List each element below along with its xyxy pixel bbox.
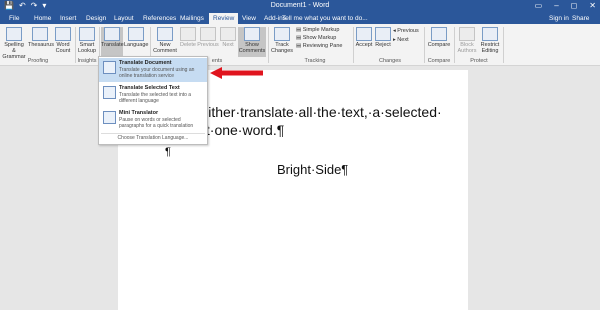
reviewing-pane-icon: ▤ <box>296 43 303 49</box>
group-separator <box>424 27 425 63</box>
restrict-editing-button[interactable]: Restrict Editing <box>479 27 501 54</box>
group-label-compare: Compare <box>427 58 451 64</box>
group-separator <box>268 27 269 63</box>
menu-item-translate-selected-text[interactable]: Translate Selected Text Translate the se… <box>99 83 207 107</box>
empty-paragraph-mark: ¶ <box>165 146 171 158</box>
new-comment-button[interactable]: New Comment <box>152 27 178 54</box>
previous-change-button[interactable]: ◂ Previous <box>393 28 419 35</box>
simple-markup-select[interactable]: ▤ Simple Markup <box>296 27 339 34</box>
track-changes-button[interactable]: Track Changes <box>270 27 294 54</box>
window-controls: ▭ – ◻ ✕ <box>535 1 596 11</box>
group-label-changes: Changes <box>378 58 402 64</box>
show-markup-dropdown[interactable]: ▤ Show Markup <box>296 35 336 42</box>
compare-button[interactable]: Compare <box>426 27 452 48</box>
body-text-line-1: n·either·translate·all·the·text,·a·selec… <box>188 104 442 120</box>
next-change-button[interactable]: ▸ Next <box>393 37 409 44</box>
ribbon-display-options-icon[interactable]: ▭ <box>535 1 543 11</box>
tab-design[interactable]: Design <box>86 14 106 23</box>
tab-file[interactable]: File <box>9 14 19 23</box>
track-changes-icon <box>274 27 290 41</box>
close-icon[interactable]: ✕ <box>589 1 596 11</box>
translate-dropdown-menu: Translate Document Translate your docume… <box>98 56 208 145</box>
window-title: Document1 - Word <box>270 2 330 9</box>
thesaurus-button[interactable]: Thesaurus <box>28 27 54 48</box>
restrict-editing-icon <box>482 27 498 41</box>
next-comment-icon <box>220 27 236 41</box>
red-pointer-arrow-icon <box>210 67 263 79</box>
translate-button[interactable]: Translate <box>101 27 124 57</box>
ribbon-tab-bar: File Home Insert Design Layout Reference… <box>0 12 600 25</box>
word-count-button[interactable]: Word Count <box>54 27 72 54</box>
group-label-proofing: Proofing <box>27 58 49 64</box>
tab-layout[interactable]: Layout <box>114 14 134 23</box>
menu-divider <box>101 133 205 134</box>
language-button[interactable]: Language <box>124 27 148 48</box>
show-markup-icon: ▤ <box>296 35 303 41</box>
previous-comment-button[interactable]: Previous <box>197 27 219 48</box>
maximize-icon[interactable]: ◻ <box>571 1 578 11</box>
tab-mailings[interactable]: Mailings <box>180 14 204 23</box>
group-separator <box>454 27 455 63</box>
show-comments-button[interactable]: Show Comments <box>238 27 266 57</box>
menu-item-translate-document[interactable]: Translate Document Translate your docume… <box>99 58 207 82</box>
translate-document-icon <box>103 61 116 74</box>
group-label-tracking: Tracking <box>304 58 326 64</box>
choose-translation-language-item[interactable]: Choose Translation Language... <box>99 135 207 141</box>
spelling-icon <box>6 27 22 41</box>
compare-icon <box>431 27 447 41</box>
tab-insert[interactable]: Insert <box>60 14 76 23</box>
block-authors-icon <box>459 27 475 41</box>
title-bar: 💾 ↶ ↷ ▾ Document1 - Word ▭ – ◻ ✕ <box>0 0 600 12</box>
previous-comment-icon <box>200 27 216 41</box>
tab-home[interactable]: Home <box>34 14 51 23</box>
share-button[interactable]: Share <box>572 15 589 22</box>
reviewing-pane-dropdown[interactable]: ▤ Reviewing Pane <box>296 43 342 50</box>
group-separator <box>503 27 504 63</box>
new-comment-icon <box>157 27 173 41</box>
language-icon <box>128 27 144 41</box>
delete-comment-button[interactable]: Delete <box>179 27 197 48</box>
tell-me-search[interactable]: Tell me what you want to do... <box>282 15 368 22</box>
menu-item-mini-translator[interactable]: Mini Translator Pause on words or select… <box>99 108 207 132</box>
markup-icon: ▤ <box>296 27 303 33</box>
smart-lookup-icon <box>79 27 95 41</box>
smart-lookup-button[interactable]: Smart Lookup <box>77 27 97 54</box>
show-comments-icon <box>244 27 260 41</box>
reject-button[interactable]: Reject <box>374 27 392 48</box>
group-label-comments: ents <box>211 58 223 64</box>
spelling-grammar-button[interactable]: Spelling & Grammar <box>2 27 26 60</box>
translate-icon <box>104 27 120 41</box>
accept-button[interactable]: Accept <box>355 27 373 48</box>
ribbon: Spelling & Grammar Thesaurus Word Count … <box>0 24 600 66</box>
thesaurus-icon <box>32 27 48 41</box>
reject-icon <box>375 27 391 41</box>
tab-view[interactable]: View <box>242 14 256 23</box>
next-comment-button[interactable]: Next <box>220 27 236 48</box>
delete-comment-icon <box>180 27 196 41</box>
group-label-insights: Insights <box>77 58 97 64</box>
block-authors-button[interactable]: Block Authors <box>456 27 478 54</box>
mini-translator-icon <box>103 111 116 124</box>
accept-icon <box>356 27 372 41</box>
group-separator <box>353 27 354 63</box>
tab-references[interactable]: References <box>143 14 176 23</box>
minimize-icon[interactable]: – <box>554 1 558 11</box>
group-label-protect: Protect <box>470 58 488 64</box>
heading-bright-side: Bright·Side¶ <box>277 162 349 177</box>
word-count-icon <box>55 27 71 41</box>
sign-in-link[interactable]: Sign in <box>549 15 569 22</box>
translate-selected-text-icon <box>103 86 116 99</box>
